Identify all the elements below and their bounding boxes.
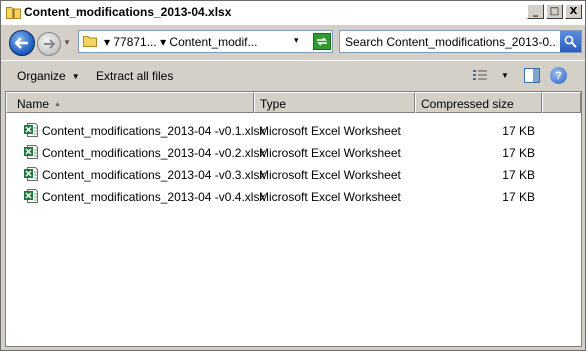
file-row[interactable]: Content_modifications_2013-04 -v0.2.xlsx…: [6, 142, 581, 164]
maximize-button[interactable]: □: [546, 4, 563, 19]
extract-all-files-button[interactable]: Extract all files: [96, 69, 173, 83]
address-path[interactable]: ▾ 77871... ▾ Content_modif...: [104, 35, 257, 49]
organize-menu[interactable]: Organize ▼: [17, 69, 80, 83]
column-header-name-label: Name: [17, 97, 50, 111]
column-header-compressed-size[interactable]: Compressed size: [415, 92, 542, 113]
forward-button[interactable]: [37, 32, 61, 56]
excel-file-icon: [24, 189, 38, 203]
file-size: 17 KB: [502, 168, 535, 182]
views-dropdown-button[interactable]: ▼: [501, 71, 509, 80]
address-row: ▼ ▾ 77871... ▾ Content_modif... ▾ Search…: [1, 26, 585, 59]
file-size: 17 KB: [502, 146, 535, 160]
zip-folder-icon: [6, 7, 21, 19]
address-dropdown-button[interactable]: ▾: [294, 35, 299, 46]
minimize-button[interactable]: _: [527, 4, 544, 19]
search-box[interactable]: Search Content_modifications_2013-0...: [339, 30, 582, 53]
refresh-icon: [317, 37, 327, 46]
excel-file-icon: [24, 167, 38, 181]
command-bar: Organize ▼ Extract all files ▼ ?: [1, 60, 585, 90]
file-row[interactable]: Content_modifications_2013-04 -v0.4.xlsx…: [6, 186, 581, 208]
window-title: Content_modifications_2013-04.xlsx: [24, 5, 232, 19]
views-icon[interactable]: [472, 69, 488, 83]
help-icon[interactable]: ?: [550, 67, 567, 84]
forward-arrow-icon: [44, 39, 55, 49]
file-type: Microsoft Excel Worksheet: [259, 168, 401, 182]
chevron-down-icon: ▼: [71, 72, 80, 81]
file-row[interactable]: Content_modifications_2013-04 -v0.1.xlsx…: [6, 120, 581, 142]
column-header-filler: [542, 92, 581, 113]
search-icon: [564, 35, 577, 48]
excel-file-icon: [24, 145, 38, 159]
column-header-name[interactable]: Name ▲: [6, 92, 254, 113]
recent-pages-dropdown[interactable]: ▼: [63, 38, 71, 47]
preview-pane-icon[interactable]: [524, 68, 540, 83]
file-type: Microsoft Excel Worksheet: [259, 124, 401, 138]
explorer-window: Content_modifications_2013-04.xlsx _ □ X…: [0, 0, 586, 351]
file-type: Microsoft Excel Worksheet: [259, 190, 401, 204]
file-name: Content_modifications_2013-04 -v0.3.xlsx: [42, 168, 266, 182]
column-header-type[interactable]: Type: [254, 92, 415, 113]
column-headers: Name ▲ Type Compressed size: [6, 92, 581, 113]
file-type: Microsoft Excel Worksheet: [259, 146, 401, 160]
refresh-button[interactable]: [313, 33, 331, 50]
file-name: Content_modifications_2013-04 -v0.1.xlsx: [42, 124, 266, 138]
file-name: Content_modifications_2013-04 -v0.2.xlsx: [42, 146, 266, 160]
folder-icon: [83, 36, 97, 47]
close-button[interactable]: X: [565, 4, 582, 19]
file-name: Content_modifications_2013-04 -v0.4.xlsx: [42, 190, 266, 204]
file-size: 17 KB: [502, 190, 535, 204]
file-size: 17 KB: [502, 124, 535, 138]
organize-label: Organize: [17, 69, 66, 83]
file-list: Name ▲ Type Compressed size Content_modif…: [5, 91, 582, 347]
back-button[interactable]: [9, 30, 35, 56]
address-bar[interactable]: ▾ 77871... ▾ Content_modif... ▾: [78, 30, 333, 53]
title-bar[interactable]: Content_modifications_2013-04.xlsx _ □ X: [1, 1, 585, 25]
search-button[interactable]: [560, 31, 581, 52]
excel-file-icon: [24, 123, 38, 137]
sort-ascending-icon: ▲: [54, 101, 61, 108]
file-row[interactable]: Content_modifications_2013-04 -v0.3.xlsx…: [6, 164, 581, 186]
back-arrow-icon: [15, 37, 28, 49]
search-input[interactable]: Search Content_modifications_2013-0...: [345, 35, 557, 49]
